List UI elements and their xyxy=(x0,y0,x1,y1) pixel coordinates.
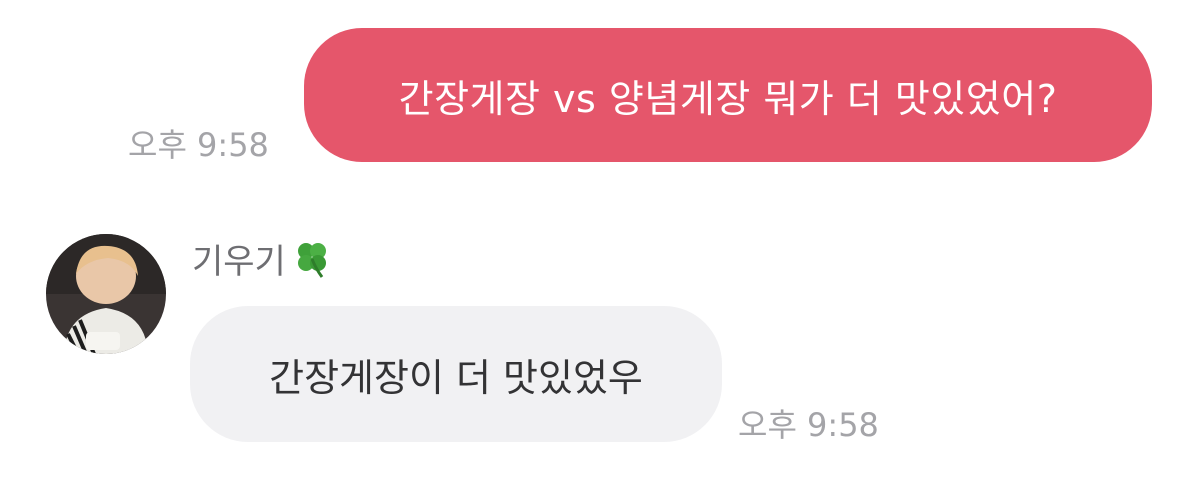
avatar-photo xyxy=(46,234,166,354)
four-leaf-clover-icon xyxy=(292,239,332,279)
received-timestamp: 오후 9:58 xyxy=(738,406,879,444)
received-message-bubble[interactable]: 간장게장이 더 맛있었우 xyxy=(190,306,722,442)
sent-message-text: 간장게장 vs 양념게장 뭐가 더 맛있었어? xyxy=(398,76,1058,121)
sent-timestamp: 오후 9:58 xyxy=(128,126,269,164)
sent-message-bubble[interactable]: 간장게장 vs 양념게장 뭐가 더 맛있었어? xyxy=(304,28,1152,162)
avatar[interactable] xyxy=(46,234,166,354)
received-message-text: 간장게장이 더 맛있었우 xyxy=(269,355,643,400)
chat-window: 오후 9:58 간장게장 vs 양념게장 뭐가 더 맛있었어? 기우기 간장게장… xyxy=(0,0,1200,484)
sender-name: 기우기 xyxy=(192,234,332,283)
sender-name-text: 기우기 xyxy=(192,242,286,282)
